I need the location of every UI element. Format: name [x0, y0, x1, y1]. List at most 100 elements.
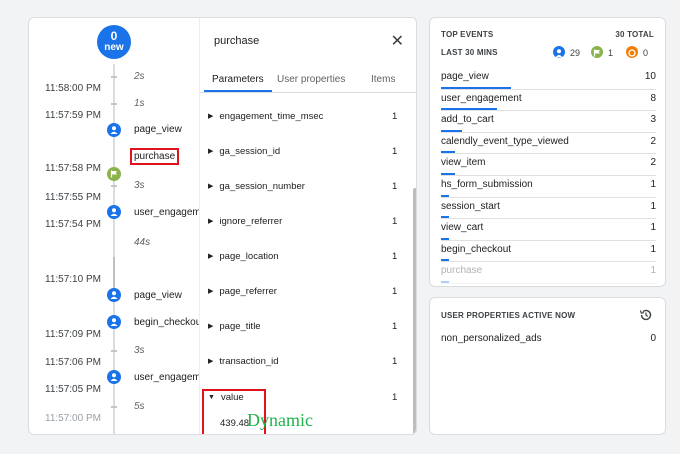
- timeline-gap-marker: [113, 257, 115, 291]
- top-event-count: 1: [650, 200, 656, 212]
- timeline-time: 11:57:58 PM: [45, 163, 101, 174]
- caret-right-icon: ▶: [208, 113, 214, 120]
- timeline-event[interactable]: page_view: [134, 290, 199, 301]
- param-count: 1: [392, 111, 398, 122]
- caret-right-icon: ▶: [208, 253, 214, 260]
- timeline-tick: [111, 76, 117, 78]
- tab-parameters[interactable]: Parameters: [212, 74, 264, 85]
- caret-right-icon: ▶: [208, 323, 214, 330]
- param-row[interactable]: ▶ page_referrer: [208, 286, 277, 297]
- top-event-name: add_to_cart: [441, 114, 494, 126]
- param-name: page_referrer: [219, 286, 277, 297]
- timeline-time: 11:57:09 PM: [45, 329, 101, 340]
- tab-items[interactable]: Items: [371, 74, 395, 85]
- tab-user-properties[interactable]: User properties: [277, 74, 345, 85]
- param-row[interactable]: ▶ page_location: [208, 251, 279, 262]
- timeline-event[interactable]: user_engagement: [134, 372, 199, 383]
- top-events-total: 30 TOTAL: [615, 30, 654, 39]
- top-event-count: 1: [650, 179, 656, 190]
- new-label: new: [104, 42, 124, 53]
- param-count: 1: [392, 321, 398, 332]
- timeline-duration: 2s: [134, 71, 145, 82]
- top-event-row[interactable]: add_to_cart 3: [441, 111, 656, 133]
- top-event-name: page_view: [441, 71, 489, 82]
- param-row[interactable]: ▶ ignore_referrer: [208, 216, 282, 227]
- legend-count-users: 29: [570, 48, 581, 58]
- top-event-row[interactable]: user_engagement 8: [441, 90, 656, 112]
- timeline-time: 11:58:00 PM: [45, 83, 101, 94]
- timeline-time: 11:57:05 PM: [45, 384, 101, 395]
- param-count: 1: [392, 216, 398, 227]
- param-count: 1: [392, 251, 398, 262]
- param-count: 1: [392, 392, 398, 403]
- timeline-duration: 5s: [134, 401, 145, 412]
- timeline-time: 11:57:54 PM: [45, 219, 101, 230]
- param-row[interactable]: ▶ transaction_id: [208, 356, 279, 367]
- timeline-time: 11:57:59 PM: [45, 110, 101, 121]
- top-event-share-bar: [441, 280, 449, 283]
- param-row[interactable]: ▶ engagement_time_msec: [208, 111, 323, 122]
- top-event-count: 1: [650, 265, 656, 277]
- top-event-row[interactable]: view_cart 1: [441, 219, 656, 241]
- timeline-duration: 3s: [134, 345, 145, 356]
- param-row[interactable]: ▶ ga_session_number: [208, 181, 305, 192]
- timeline-event[interactable]: user_engagement: [134, 207, 199, 218]
- top-event-name: purchase: [441, 265, 483, 277]
- timeline-event[interactable]: page_view: [134, 124, 199, 135]
- timeline-tick: [111, 185, 117, 187]
- top-event-share-bar: [441, 108, 497, 111]
- param-row-expanded[interactable]: ▼ value: [208, 392, 244, 403]
- param-name: transaction_id: [219, 356, 279, 367]
- timeline-event-selected[interactable]: purchase: [130, 148, 180, 165]
- user-property-count: 0: [650, 333, 656, 344]
- top-event-row[interactable]: purchase 1: [441, 262, 656, 284]
- user-properties-title: USER PROPERTIES ACTIVE NOW: [441, 311, 576, 320]
- legend-count-errors: 0: [643, 48, 649, 58]
- param-name: page_title: [219, 321, 261, 332]
- top-event-count: 2: [650, 135, 656, 147]
- param-name: page_location: [219, 251, 279, 262]
- param-value: 439.48: [220, 418, 250, 429]
- close-icon[interactable]: ✕: [391, 31, 404, 51]
- top-event-name: user_engagement: [441, 92, 522, 104]
- scrollbar-thumb[interactable]: [413, 188, 416, 434]
- param-name: ga_session_number: [219, 181, 305, 192]
- top-event-row[interactable]: calendly_event_type_viewed 2: [441, 133, 656, 155]
- top-event-row[interactable]: view_item 2: [441, 154, 656, 176]
- flag-icon: [107, 167, 121, 181]
- event-detail-panel: purchase ✕ Parameters User properties It…: [199, 18, 416, 434]
- top-event-row[interactable]: hs_form_submission 1: [441, 176, 656, 198]
- caret-right-icon: ▶: [208, 218, 214, 225]
- top-event-share-bar: [441, 172, 455, 175]
- caret-right-icon: ▶: [208, 183, 214, 190]
- top-event-share-bar: [441, 151, 455, 154]
- param-name: engagement_time_msec: [219, 111, 324, 122]
- top-event-share-bar: [441, 216, 449, 219]
- param-row[interactable]: ▶ page_title: [208, 321, 261, 332]
- timeline-duration: 44s: [134, 237, 151, 248]
- top-event-row[interactable]: begin_checkout 1: [441, 241, 656, 263]
- user-icon: [107, 123, 121, 137]
- timeline-tick: [111, 350, 117, 352]
- top-event-name: hs_form_submission: [441, 179, 533, 190]
- user-icon: [107, 288, 121, 302]
- timeline-tick: [111, 406, 117, 408]
- timeline-duration: 1s: [134, 98, 145, 109]
- param-count: 1: [392, 181, 398, 192]
- user-icon: [107, 205, 121, 219]
- history-icon[interactable]: [639, 308, 653, 327]
- timeline-event[interactable]: begin_checkout: [134, 317, 199, 328]
- param-count: 1: [392, 356, 398, 367]
- user-properties-card: USER PROPERTIES ACTIVE NOW non_personali…: [429, 297, 666, 435]
- top-event-row[interactable]: page_view 10: [441, 68, 656, 90]
- user-property-name: non_personalized_ads: [441, 333, 542, 344]
- param-name: ga_session_id: [219, 146, 281, 157]
- new-events-bubble[interactable]: 0 new: [97, 25, 131, 59]
- top-event-name: begin_checkout: [441, 243, 512, 255]
- top-event-count: 10: [644, 71, 656, 82]
- top-event-row[interactable]: session_start 1: [441, 198, 656, 220]
- timeline-duration: 3s: [134, 180, 145, 191]
- period-label: LAST 30 MINS: [441, 48, 498, 57]
- timeline-time: 11:57:10 PM: [45, 274, 101, 285]
- param-row[interactable]: ▶ ga_session_id: [208, 146, 280, 157]
